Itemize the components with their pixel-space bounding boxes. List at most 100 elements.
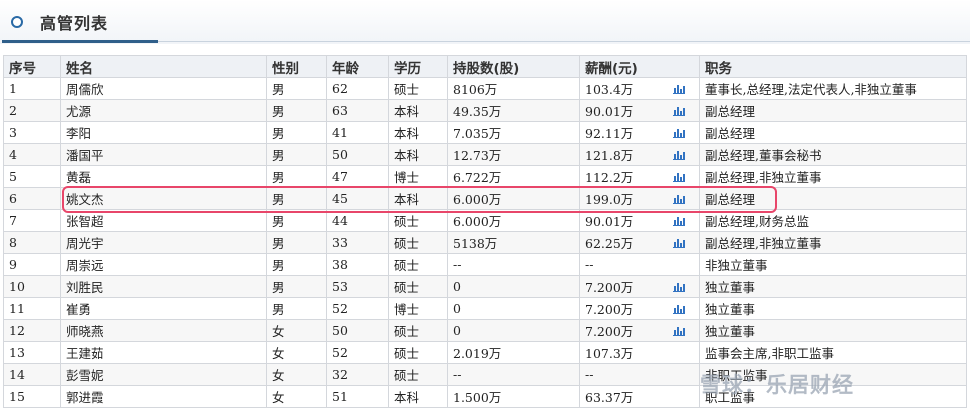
row-name[interactable]: 彭雪妮 (60, 363, 267, 386)
bar-chart-icon[interactable] (673, 83, 685, 94)
col-header-shares[interactable]: 持股数(股) (447, 55, 580, 78)
col-header-education[interactable]: 学历 (388, 55, 448, 78)
row-name[interactable]: 刘胜民 (60, 275, 267, 298)
circle-bullet-icon (11, 16, 23, 28)
row-name[interactable]: 周儒欣 (60, 77, 267, 100)
row-shares: 1.500万 (447, 385, 580, 408)
table-row: 5 黄磊男 47 博士 6.722万 112.2万 副总经理,非独立董事 (3, 165, 967, 188)
row-name[interactable]: 张智超 (60, 209, 267, 232)
row-salary-text: -- (585, 367, 594, 382)
row-education: 硕士 (388, 275, 448, 298)
bar-chart-icon[interactable] (673, 325, 685, 336)
col-header-name[interactable]: 姓名 (60, 55, 267, 78)
row-age: 50 (326, 143, 389, 166)
row-age: 47 (326, 165, 389, 188)
row-name[interactable]: 李阳 (60, 121, 267, 144)
row-salary-text: -- (585, 257, 594, 272)
bar-chart-icon[interactable] (673, 303, 685, 314)
bar-chart-icon[interactable] (673, 171, 685, 182)
row-education: 硕士 (388, 341, 448, 364)
row-shares: 0 (447, 319, 580, 342)
row-title: 副总经理,非独立董事 (699, 231, 967, 254)
bar-chart-icon[interactable] (673, 237, 685, 248)
col-header-title[interactable]: 职务 (699, 55, 967, 78)
row-shares: 6.000万 (447, 187, 580, 210)
row-shares: 0 (447, 297, 580, 320)
row-no: 10 (3, 275, 61, 298)
row-name[interactable]: 郭进霞 (60, 385, 267, 408)
row-name[interactable]: 黄磊 (60, 165, 267, 188)
row-salary-text: 62.25万 (585, 236, 634, 251)
row-salary-text: 7.200万 (585, 280, 634, 295)
row-gender: 男 (266, 231, 327, 254)
row-no: 11 (3, 297, 61, 320)
row-age: 41 (326, 121, 389, 144)
row-name[interactable]: 周光宇 (60, 231, 267, 254)
row-no: 1 (3, 77, 61, 100)
section-title: 高管列表 (40, 14, 109, 33)
table-row: 8 周光宇男 33 硕士 5138万 62.25万 副总经理,非独立董事 (3, 231, 967, 254)
row-title: 副总经理,董事会秘书 (699, 143, 967, 166)
row-education: 博士 (388, 165, 448, 188)
row-shares: 12.73万 (447, 143, 580, 166)
row-age: 44 (326, 209, 389, 232)
row-salary: 199.0万 (579, 187, 700, 210)
row-age: 32 (326, 363, 389, 386)
col-header-salary[interactable]: 薪酬(元) (579, 55, 700, 78)
row-title: 非独立董事 (699, 253, 967, 276)
row-salary-text: 7.200万 (585, 302, 634, 317)
col-header-age[interactable]: 年龄 (326, 55, 389, 78)
row-salary: 112.2万 (579, 165, 700, 188)
table-row: 9 周崇远男 38 硕士 -- -- 非独立董事 (3, 253, 967, 276)
header-divider (158, 41, 970, 42)
bar-chart-icon[interactable] (673, 193, 685, 204)
row-name[interactable]: 周崇远 (60, 253, 267, 276)
row-age: 63 (326, 99, 389, 122)
row-name[interactable]: 姚文杰 (60, 187, 267, 210)
executive-table: 序号 姓名 性别 年龄 学历 持股数(股) 薪酬(元) 职务 1 周儒欣男 62 硕士… (3, 55, 967, 408)
row-no: 15 (3, 385, 61, 408)
table-row: 13 王建茹女 52 硕士 2.019万 107.3万 监事会主席,非职工监事 (3, 341, 967, 364)
row-gender: 男 (266, 187, 327, 210)
row-name[interactable]: 王建茹 (60, 341, 267, 364)
row-salary-text: 103.4万 (585, 82, 634, 97)
bar-chart-icon[interactable] (673, 281, 685, 292)
row-name[interactable]: 崔勇 (60, 297, 267, 320)
row-name[interactable]: 师晓燕 (60, 319, 267, 342)
bar-chart-icon[interactable] (673, 215, 685, 226)
row-shares: 0 (447, 275, 580, 298)
row-gender: 男 (266, 209, 327, 232)
bar-chart-icon[interactable] (673, 149, 685, 160)
row-no: 5 (3, 165, 61, 188)
col-header-no[interactable]: 序号 (3, 55, 61, 78)
row-no: 6 (3, 187, 61, 210)
row-salary-text: 112.2万 (585, 170, 634, 185)
row-title: 副总经理 (699, 99, 967, 122)
row-education: 硕士 (388, 363, 448, 386)
row-salary: 62.25万 (579, 231, 700, 254)
row-name[interactable]: 潘国平 (60, 143, 267, 166)
row-title: 副总经理 (699, 121, 967, 144)
table-header-row: 序号 姓名 性别 年龄 学历 持股数(股) 薪酬(元) 职务 (3, 55, 967, 78)
row-age: 62 (326, 77, 389, 100)
row-age: 50 (326, 319, 389, 342)
row-salary-text: 92.11万 (585, 126, 634, 141)
row-gender: 男 (266, 165, 327, 188)
row-salary: 92.11万 (579, 121, 700, 144)
col-header-gender[interactable]: 性别 (266, 55, 327, 78)
row-salary-text: 90.01万 (585, 104, 634, 119)
row-age: 52 (326, 341, 389, 364)
row-shares: 8106万 (447, 77, 580, 100)
row-no: 3 (3, 121, 61, 144)
row-name[interactable]: 尤源 (60, 99, 267, 122)
table-row: 12 师晓燕女 50 硕士 0 7.200万 独立董事 (3, 319, 967, 342)
row-title: 独立董事 (699, 319, 967, 342)
row-age: 38 (326, 253, 389, 276)
bar-chart-icon[interactable] (673, 127, 685, 138)
table-row: 1 周儒欣男 62 硕士 8106万 103.4万 董事长,总经理,法定代表人,非独立董事 (3, 77, 967, 100)
row-education: 本科 (388, 143, 448, 166)
bar-chart-icon[interactable] (673, 105, 685, 116)
section-header: 高管列表 (0, 0, 970, 44)
row-education: 硕士 (388, 231, 448, 254)
row-title: 独立董事 (699, 297, 967, 320)
